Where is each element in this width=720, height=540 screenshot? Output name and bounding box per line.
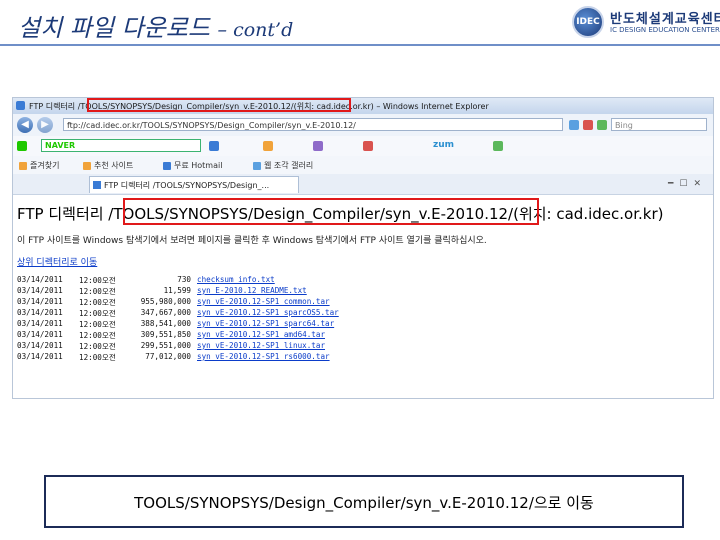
explorer-hint: 이 FTP 사이트를 Windows 탐색기에서 보려면 페이지를 클릭한 후 … (17, 236, 487, 246)
file-date: 03/14/2011 (17, 297, 63, 306)
file-time: 12:00오전 (79, 298, 116, 307)
favorite-label: 추천 사이트 (94, 161, 134, 170)
slide-title-text: 설치 파일 다운로드 (18, 14, 210, 42)
refresh-icon[interactable] (569, 120, 579, 130)
file-date: 03/14/2011 (17, 330, 63, 339)
toolbar-search-icon[interactable] (209, 141, 219, 151)
link-icon (83, 161, 91, 170)
file-time: 12:00오전 (79, 320, 116, 329)
file-time: 12:00오전 (79, 342, 116, 351)
search-input[interactable]: Bing (611, 118, 707, 131)
zum-label[interactable]: zum (433, 140, 454, 150)
file-size: 77,012,000 (145, 352, 191, 361)
forward-button[interactable]: ▶ (37, 117, 53, 133)
file-time: 12:00오전 (79, 309, 116, 318)
title-highlight-box (87, 98, 351, 112)
favorites-button[interactable]: 즐겨찾기 (19, 160, 59, 171)
file-link[interactable]: syn_vE-2010.12-SP1_amd64.tar (197, 330, 325, 339)
file-size: 299,551,000 (140, 341, 191, 350)
file-time: 12:00오전 (79, 353, 116, 362)
tab-bar: FTP 디렉터리 /TOOLS/SYNOPSYS/Design_... ━☐✕ (13, 174, 713, 195)
ftp-folder-icon (93, 181, 101, 189)
file-size: 730 (177, 275, 191, 284)
file-link[interactable]: syn_vE-2010.12-SP1_sparcOS5.tar (197, 308, 339, 317)
file-link[interactable]: checksum_info.txt (197, 275, 275, 284)
stop-icon[interactable] (583, 120, 593, 130)
address-bar-row: ◀ ▶ ftp://cad.idec.or.kr/TOOLS/SYNOPSYS/… (13, 114, 713, 137)
file-date: 03/14/2011 (17, 308, 63, 317)
toolbar-news-icon[interactable] (363, 141, 373, 151)
favorites-bar: 즐겨찾기 추천 사이트 무료 Hotmail 웹 조각 갤러리 (13, 156, 713, 175)
compat-icon[interactable] (597, 120, 607, 130)
slide-header: 설치 파일 다운로드 – cont’d IDEC 반도체설계교육센터 IC DE… (0, 0, 720, 72)
file-date: 03/14/2011 (17, 319, 63, 328)
file-link[interactable]: syn_vE-2010.12-SP1_rs6000.tar (197, 352, 330, 361)
caption-text: TOOLS/SYNOPSYS/Design_Compiler/syn_v.E-2… (134, 494, 594, 512)
star-icon (19, 161, 27, 170)
parent-directory-link[interactable]: 상위 디렉터리로 이동 (17, 255, 97, 268)
slide-title-suffix: – cont’d (217, 19, 294, 41)
toolbar-blog-icon[interactable] (313, 141, 323, 151)
file-size: 11,599 (163, 286, 191, 295)
toolbar-extra-icon[interactable] (493, 141, 503, 151)
browser-window: FTP 디렉터리 /TOOLS/SYNOPSYS/Design_Compiler… (12, 97, 714, 399)
file-size: 388,541,000 (140, 319, 191, 328)
file-date: 03/14/2011 (17, 341, 63, 350)
page-content: FTP 디렉터리 /TOOLS/SYNOPSYS/Design_Compiler… (13, 195, 713, 398)
favorite-link[interactable]: 추천 사이트 (83, 160, 133, 171)
favorite-link[interactable]: 무료 Hotmail (163, 160, 222, 171)
naver-toolbar-icon (17, 141, 27, 151)
file-link[interactable]: syn_E-2010.12_README.txt (197, 286, 307, 295)
window-controls[interactable]: ━☐✕ (668, 179, 707, 189)
slide-title: 설치 파일 다운로드 – cont’d (18, 8, 293, 43)
logo-seal-text: IDEC (576, 17, 600, 27)
file-size: 955,980,000 (140, 297, 191, 306)
naver-search-input[interactable]: NAVER (41, 139, 201, 152)
caption-box: TOOLS/SYNOPSYS/Design_Compiler/syn_v.E-2… (44, 475, 684, 528)
file-date: 03/14/2011 (17, 275, 63, 284)
idec-logo: IDEC 반도체설계교육센터 IC DESIGN EDUCATION CENTE… (572, 6, 720, 42)
tab-label: FTP 디렉터리 /TOOLS/SYNOPSYS/Design_... (104, 181, 270, 190)
file-time: 12:00오전 (79, 276, 116, 285)
file-time: 12:00오전 (79, 331, 116, 340)
path-highlight-box (123, 198, 539, 225)
favorite-label: 웹 조각 갤러리 (264, 161, 314, 170)
favorite-link[interactable]: 웹 조각 갤러리 (253, 160, 313, 171)
logo-seal-icon: IDEC (572, 6, 604, 38)
logo-name-ko: 반도체설계교육센터 (610, 12, 720, 27)
header-divider (0, 44, 720, 46)
naver-label: NAVER (45, 141, 76, 150)
file-link[interactable]: syn_vE-2010.12-SP1_linux.tar (197, 341, 325, 350)
favorites-label: 즐겨찾기 (30, 161, 60, 170)
file-size: 309,551,850 (140, 330, 191, 339)
address-field[interactable]: ftp://cad.idec.or.kr/TOOLS/SYNOPSYS/Desi… (63, 118, 563, 131)
toolbar-mail-icon[interactable] (263, 141, 273, 151)
gallery-icon (253, 161, 261, 170)
window-titlebar: FTP 디렉터리 /TOOLS/SYNOPSYS/Design_Compiler… (13, 98, 713, 114)
tab-ftp-directory[interactable]: FTP 디렉터리 /TOOLS/SYNOPSYS/Design_... (89, 176, 299, 193)
file-time: 12:00오전 (79, 287, 116, 296)
hotmail-icon (163, 161, 171, 170)
back-button[interactable]: ◀ (17, 117, 33, 133)
favorite-label: 무료 Hotmail (174, 161, 223, 170)
file-date: 03/14/2011 (17, 352, 63, 361)
ie-icon (16, 101, 25, 110)
file-date: 03/14/2011 (17, 286, 63, 295)
naver-toolbar: NAVER zum (13, 136, 713, 157)
file-link[interactable]: syn_vE-2010.12-SP1_common.tar (197, 297, 330, 306)
file-size: 347,667,000 (140, 308, 191, 317)
logo-name-en: IC DESIGN EDUCATION CENTER (610, 26, 720, 34)
file-link[interactable]: syn_vE-2010.12-SP1_sparc64.tar (197, 319, 334, 328)
